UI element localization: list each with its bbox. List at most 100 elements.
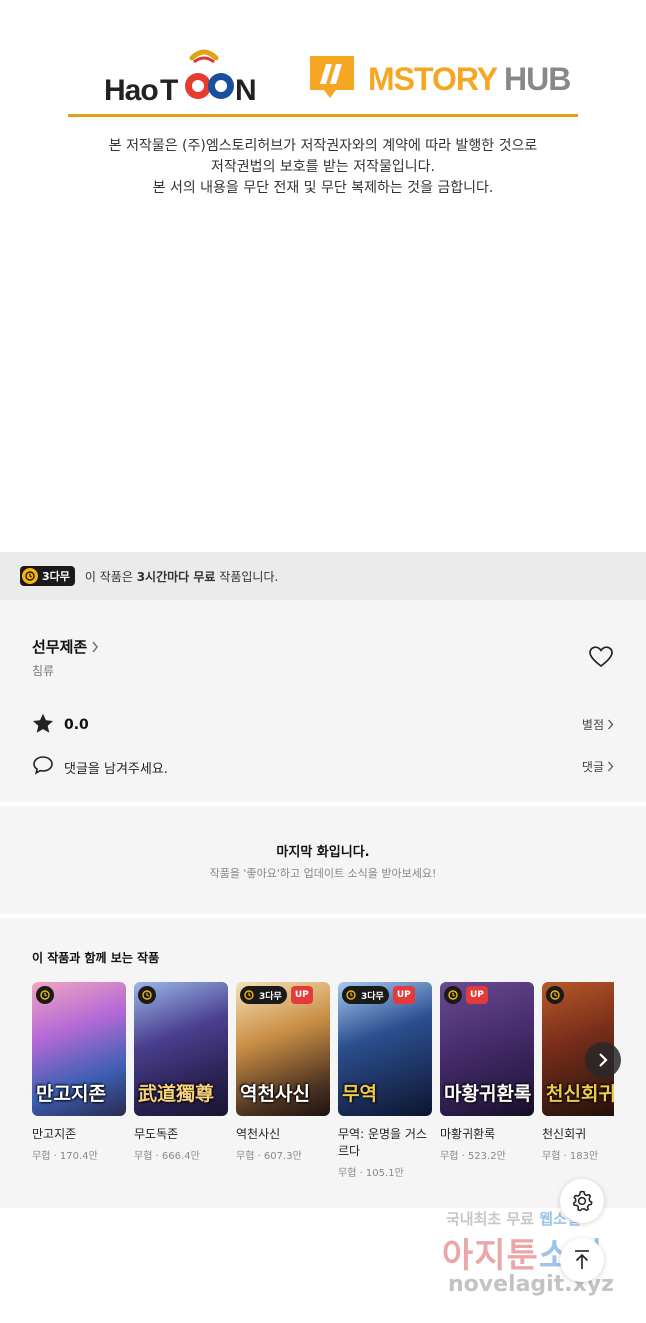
card-meta: 무협 · 105.1만: [338, 1168, 404, 1179]
svg-text:MSTORY: MSTORY: [368, 61, 498, 97]
cover-badges: 3다무 UP: [240, 986, 313, 1004]
free-text-bold: 3시간마다 무료: [136, 569, 216, 584]
svg-text:HUB: HUB: [504, 61, 570, 97]
cover-badges: UP: [444, 986, 488, 1004]
recommendations-section: 이 작품과 함께 보는 작품 만고지존 만고지존 무협 · 170.4만 武道獨尊 무도…: [0, 918, 646, 1208]
card-meta: 무협 · 170.4만: [32, 1151, 98, 1162]
chevron-right-icon: [91, 641, 99, 653]
scroll-top-button[interactable]: [560, 1238, 604, 1282]
svg-text:T: T: [160, 74, 178, 104]
clock-icon: [444, 986, 462, 1004]
recommendation-card[interactable]: 만고지존 만고지존 무협 · 170.4만: [32, 982, 126, 1162]
cover-image: 3다무 UP 역천사신: [236, 982, 330, 1116]
cover-title-art: 천신회귀: [546, 1083, 614, 1105]
cover-badges: [36, 986, 54, 1004]
notice-line: 본 서의 내용을 무단 전재 및 무단 복제하는 것을 금합니다.: [152, 180, 494, 196]
comment-link-label: 댓글: [581, 760, 604, 774]
cover-badges: [546, 986, 564, 1004]
comment-row[interactable]: 댓글을 남겨주세요. 댓글: [32, 755, 614, 779]
cover-badges: 3다무 UP: [342, 986, 415, 1004]
divider: [68, 114, 578, 117]
watermark-line1: 국내최초 무료 웹소설: [446, 1208, 581, 1229]
card-title: 마황귀환록: [440, 1127, 496, 1141]
copyright-notice: 본 저작물은 (주)엠스토리허브가 저작권자와의 계약에 따라 발행한 것으로 …: [0, 136, 646, 199]
arrow-up-icon: [575, 1250, 589, 1269]
free-badge-label: 3다무: [259, 991, 282, 1002]
card-title: 무도독존: [134, 1127, 179, 1141]
work-info-panel: 선무제존 침류 0.0 별점 댓글을 남겨주세요. 댓글: [0, 600, 646, 802]
card-meta: 무협 · 607.3만: [236, 1151, 302, 1162]
free-badge: 3다무: [342, 986, 389, 1004]
free-badge-label: 3다무: [361, 991, 384, 1002]
clock-icon: [344, 988, 358, 1002]
clock-icon: [36, 986, 54, 1004]
heart-icon[interactable]: [589, 646, 613, 668]
clock-icon: [242, 988, 256, 1002]
recommendation-card[interactable]: UP 마황귀환록마황귀환록무협 · 523.2만: [440, 982, 534, 1162]
free-every-3h-bar: 3다무 이 작품은 3시간마다 무료 작품입니다.: [0, 552, 646, 600]
cover-title-art: 武道獨尊: [138, 1083, 215, 1105]
star-icon: [32, 713, 54, 738]
work-author: 침류: [32, 664, 55, 678]
up-badge: UP: [392, 986, 415, 1004]
comment-placeholder: 댓글을 남겨주세요.: [64, 761, 168, 777]
cover-title-art: 만고지존: [36, 1083, 106, 1105]
recommendation-card[interactable]: 3다무 UP 무역무역: 운명을 거스르다무협 · 105.1만: [338, 982, 432, 1179]
rating-row: 0.0 별점: [32, 713, 614, 737]
settings-button[interactable]: [560, 1179, 604, 1223]
svg-text:Hao: Hao: [104, 74, 158, 104]
free-badge: 3다무: [20, 566, 75, 586]
cover-image: UP 마황귀환록: [440, 982, 534, 1116]
free-badge-label: 3다무: [42, 570, 70, 583]
card-meta: 무협 · 523.2만: [440, 1151, 506, 1162]
cover-title-art: 역천사신: [240, 1083, 310, 1105]
last-episode-notice: 마지막 화입니다. 작품을 '좋아요'하고 업데이트 소식을 받아보세요!: [0, 806, 646, 914]
work-title-link[interactable]: 선무제존: [32, 636, 99, 657]
svg-text:N: N: [235, 74, 257, 104]
free-badge: 3다무: [240, 986, 287, 1004]
rating-link-label: 별점: [581, 718, 604, 732]
card-title: 천신회귀: [542, 1127, 587, 1141]
chevron-right-icon: [599, 1053, 608, 1067]
cover-badges: [138, 986, 156, 1004]
recommendations-carousel[interactable]: 만고지존 만고지존 무협 · 170.4만 武道獨尊 무도독존 무협 · 666.4만 3다…: [32, 982, 614, 1202]
publisher-logos: Hao T N MSTORY HUB: [0, 40, 646, 110]
work-title: 선무제존: [32, 638, 88, 656]
last-episode-heading: 마지막 화입니다.: [276, 845, 370, 860]
notice-line: 본 저작물은 (주)엠스토리허브가 저작권자와의 계약에 따라 발행한 것으로: [108, 138, 538, 154]
rating-link[interactable]: 별점: [582, 716, 614, 733]
card-meta: 무협 · 183만: [542, 1151, 599, 1162]
card-meta: 무협 · 666.4만: [134, 1151, 200, 1162]
clock-icon: [546, 986, 564, 1004]
up-badge: UP: [466, 986, 488, 1004]
chevron-right-icon: [608, 761, 614, 772]
haotoon-logo: Hao T N: [104, 48, 264, 107]
copyright-banner: Hao T N MSTORY HUB 본 저작물은 (주)엠스토리허브가 저작권…: [0, 0, 646, 552]
watermark: 국내최초 무료 웹소설 아지툰소설 novelagit.xyz: [442, 1208, 642, 1308]
gear-icon: [572, 1190, 593, 1212]
up-badge: UP: [290, 986, 313, 1004]
mstoryhub-logo: MSTORY HUB: [308, 50, 571, 102]
recommendation-card[interactable]: 3다무 UP 역천사신 역천사신 무협 · 607.3만: [236, 982, 330, 1162]
free-text-prefix: 이 작품은: [84, 569, 137, 584]
watermark-text: 국내최초 무료: [446, 1210, 540, 1228]
clock-icon: [138, 986, 156, 1004]
comment-link[interactable]: 댓글: [582, 758, 614, 775]
free-text-suffix: 작품입니다.: [215, 569, 279, 584]
watermark-text: 아지툰: [442, 1236, 539, 1276]
chevron-right-icon: [608, 719, 614, 730]
comment-icon: [32, 755, 54, 779]
carousel-next-button[interactable]: [585, 1042, 621, 1078]
notice-line: 저작권법의 보호를 받는 저작물입니다.: [211, 159, 435, 175]
recommendations-title: 이 작품과 함께 보는 작품: [32, 951, 160, 965]
cover-image: 3다무 UP 무역: [338, 982, 432, 1116]
cover-image: 武道獨尊: [134, 982, 228, 1116]
card-title: 무역: 운명을 거스르다: [338, 1127, 427, 1158]
cover-title-art: 무역: [342, 1083, 377, 1105]
card-title: 역천사신: [236, 1127, 281, 1141]
clock-icon: [22, 568, 38, 584]
cover-image: 만고지존: [32, 982, 126, 1116]
card-title: 만고지존: [32, 1127, 77, 1141]
free-info-text: 이 작품은 3시간마다 무료 작품입니다.: [85, 568, 278, 585]
recommendation-card[interactable]: 武道獨尊 무도독존무협 · 666.4만: [134, 982, 228, 1162]
